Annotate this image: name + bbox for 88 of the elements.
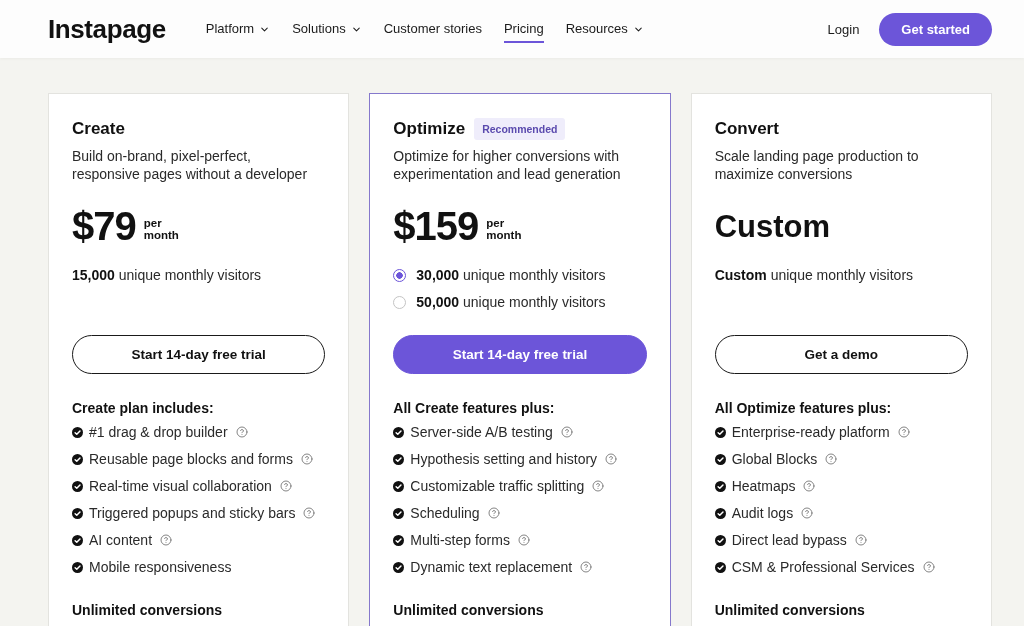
help-icon[interactable] xyxy=(825,453,838,465)
check-icon xyxy=(714,480,726,492)
help-icon[interactable] xyxy=(300,453,313,465)
check-icon xyxy=(72,480,83,492)
plan-button[interactable]: Get a demo xyxy=(714,335,968,374)
nav-link[interactable]: Resources xyxy=(565,15,644,43)
check-icon xyxy=(393,561,405,573)
features-heading: All Optimize features plus: xyxy=(714,399,893,417)
feature-text: Global Blocks xyxy=(731,450,818,468)
check-icon xyxy=(393,426,405,438)
feature-text: Audit logs xyxy=(731,504,794,522)
plan-name: Optimize xyxy=(393,118,466,140)
price-period: per month xyxy=(143,216,179,241)
feature-text: Heatmaps xyxy=(731,477,796,495)
feature-text: #1 drag & drop builder xyxy=(89,423,228,441)
conversions-text: Unlimited conversions xyxy=(72,601,224,619)
check-icon xyxy=(72,453,83,465)
check-icon xyxy=(72,426,83,438)
help-icon[interactable] xyxy=(592,480,605,492)
price-amount: $79 xyxy=(72,205,136,248)
feature-text: Scheduling xyxy=(410,504,480,522)
logo[interactable]: Instapage xyxy=(48,14,166,44)
help-icon[interactable] xyxy=(560,426,573,438)
help-icon[interactable] xyxy=(897,426,910,438)
help-icon[interactable] xyxy=(487,507,500,519)
feature-text: Dynamic text replacement xyxy=(410,558,573,576)
feature-text: Mobile responsiveness xyxy=(89,558,232,576)
feature-text: Reusable page blocks and forms xyxy=(89,450,293,468)
check-icon xyxy=(72,561,83,573)
nav-link[interactable]: Customer stories xyxy=(383,15,482,43)
login-link[interactable]: Login xyxy=(827,21,860,37)
feature-text: Enterprise-ready platform xyxy=(731,423,890,441)
plan-name: Convert xyxy=(714,118,779,140)
visitor-option-label[interactable]: 30,000 unique monthly visitors xyxy=(416,266,606,284)
visitor-option-label[interactable]: 50,000 unique monthly visitors xyxy=(416,293,606,311)
conversions-text: Unlimited conversions xyxy=(714,601,866,619)
check-icon xyxy=(714,561,726,573)
check-icon xyxy=(714,426,726,438)
check-icon xyxy=(393,534,405,546)
plan-button[interactable]: Start 14-day free trial xyxy=(72,335,326,374)
radio-button[interactable] xyxy=(393,295,407,309)
nav-link[interactable]: Platform xyxy=(205,15,271,43)
feature-text: Server-side A/B testing xyxy=(410,423,553,441)
feature-text: Hypothesis setting and history xyxy=(410,450,598,468)
help-icon[interactable] xyxy=(580,561,593,573)
plan-description: Scale landing page production to maximize conversions xyxy=(714,147,920,183)
nav-link[interactable]: Pricing xyxy=(503,15,544,43)
help-icon[interactable] xyxy=(922,561,935,573)
radio-button[interactable] xyxy=(393,268,407,282)
help-icon[interactable] xyxy=(801,507,814,519)
conversions-text: Unlimited conversions xyxy=(393,601,545,619)
price-amount: $159 xyxy=(393,205,479,248)
plan-description: Build on-brand, pixel-perfect, responsive pages without a developer xyxy=(72,147,309,183)
help-icon[interactable] xyxy=(854,534,867,546)
visitor-count-text: 15,000 unique monthly visitors xyxy=(72,266,262,284)
recommended-badge: Recommended xyxy=(474,118,566,140)
plan-description: Optimize for higher conversions with experimentation and lead generation xyxy=(393,147,622,183)
plan-name: Create xyxy=(72,118,125,140)
check-icon xyxy=(72,534,83,546)
feature-text: Triggered popups and sticky bars xyxy=(89,504,296,522)
help-icon[interactable] xyxy=(279,480,292,492)
price-amount: Custom xyxy=(714,208,831,246)
check-icon xyxy=(714,507,726,519)
help-icon[interactable] xyxy=(303,507,316,519)
check-icon xyxy=(393,480,405,492)
help-icon[interactable] xyxy=(605,453,618,465)
price-period: per month xyxy=(486,216,522,241)
check-icon xyxy=(393,453,405,465)
help-icon[interactable] xyxy=(803,480,816,492)
feature-text: CSM & Professional Services xyxy=(731,558,915,576)
feature-text: Real-time visual collaboration xyxy=(89,477,272,495)
visitor-count-text: Custom unique monthly visitors xyxy=(714,266,914,284)
help-icon[interactable] xyxy=(517,534,530,546)
plan-button[interactable]: Start 14-day free trial xyxy=(393,335,647,374)
check-icon xyxy=(714,534,726,546)
check-icon xyxy=(714,453,726,465)
feature-text: Multi-step forms xyxy=(410,531,510,549)
help-icon[interactable] xyxy=(160,534,173,546)
nav-link[interactable]: Solutions xyxy=(292,15,362,43)
feature-text: Direct lead bypass xyxy=(731,531,847,549)
features-heading: Create plan includes: xyxy=(72,399,215,417)
feature-text: Customizable traffic splitting xyxy=(410,477,585,495)
check-icon xyxy=(393,507,405,519)
get-started-button[interactable]: Get started xyxy=(879,12,992,46)
help-icon[interactable] xyxy=(235,426,248,438)
feature-text: AI content xyxy=(89,531,153,549)
check-icon xyxy=(72,507,83,519)
features-heading: All Create features plus: xyxy=(393,399,556,417)
